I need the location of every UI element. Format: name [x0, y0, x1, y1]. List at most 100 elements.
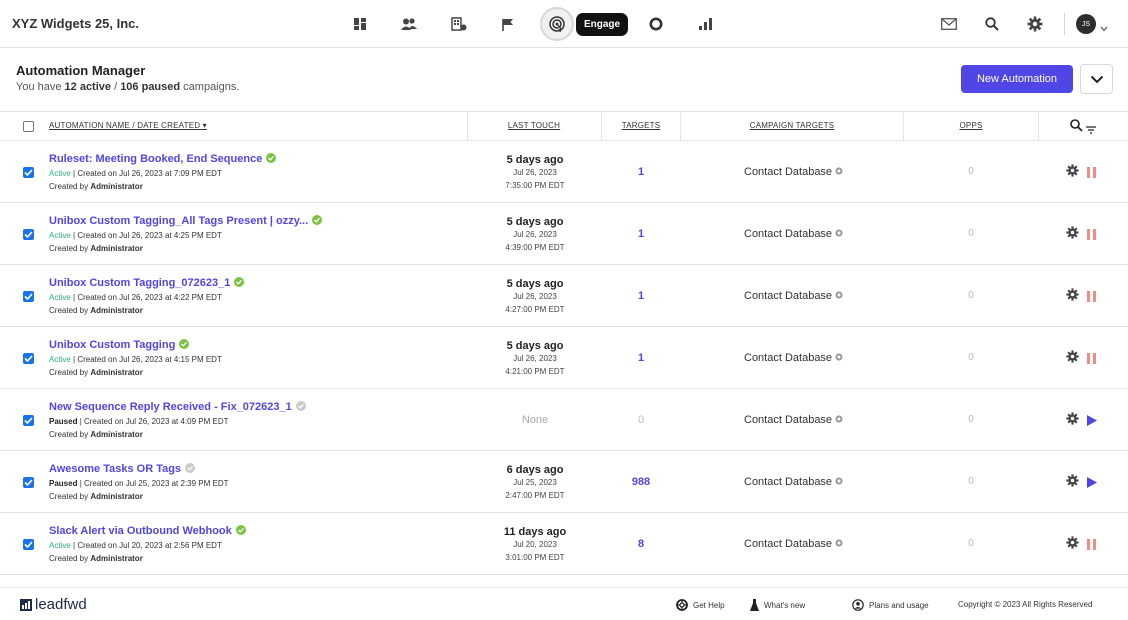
checkmark-icon — [24, 417, 33, 424]
leadfwd-logo[interactable]: leadfwd — [20, 596, 87, 613]
column-header-name[interactable]: AUTOMATION NAME / DATE CREATED ▾ — [49, 121, 207, 130]
user-avatar[interactable]: JS — [1076, 14, 1096, 34]
more-options-button[interactable] — [1080, 64, 1113, 94]
pause-icon[interactable] — [1087, 227, 1096, 245]
targets-count: 0 — [637, 414, 645, 426]
table-row[interactable]: Awesome Tasks OR Tags Paused | Created o… — [0, 451, 1128, 513]
automation-name-link[interactable]: Slack Alert via Outbound Webhook — [49, 525, 246, 537]
flag-icon[interactable] — [498, 14, 518, 34]
database-icon — [835, 353, 843, 361]
automation-meta: Active | Created on Jul 26, 2023 at 4:15… — [49, 355, 222, 364]
targets-count[interactable]: 8 — [638, 538, 644, 550]
last-touch-ago: 5 days ago — [506, 340, 564, 352]
plans-usage-link[interactable]: Plans and usage — [852, 599, 929, 611]
row-settings-gear-icon[interactable] — [1066, 536, 1079, 554]
table-row[interactable]: New Sequence Reply Received - Fix_072623… — [0, 389, 1128, 451]
row-settings-gear-icon[interactable] — [1066, 350, 1079, 368]
row-checkbox[interactable] — [23, 353, 34, 364]
table-row[interactable]: Unibox Custom Tagging_All Tags Present |… — [0, 203, 1128, 265]
opps-count: 0 — [968, 228, 974, 239]
pause-icon[interactable] — [1087, 351, 1096, 369]
table-row[interactable]: Unibox Custom Tagging Active | Created o… — [0, 327, 1128, 389]
database-icon — [835, 229, 843, 237]
engage-hub-button[interactable] — [540, 7, 574, 41]
nav-divider — [1064, 13, 1065, 35]
row-settings-gear-icon[interactable] — [1066, 412, 1079, 430]
target-icon — [549, 16, 565, 33]
mail-icon[interactable] — [939, 14, 959, 34]
play-icon[interactable] — [1087, 413, 1097, 431]
ring-icon[interactable] — [646, 14, 666, 34]
pause-icon[interactable] — [1087, 289, 1096, 307]
campaign-target: Contact Database — [744, 228, 843, 240]
database-icon — [835, 539, 843, 547]
last-touch-date: Jul 26, 2023 — [513, 292, 557, 301]
targets-count[interactable]: 1 — [638, 290, 644, 302]
last-touch-date: Jul 26, 2023 — [513, 230, 557, 239]
play-icon[interactable] — [1087, 475, 1097, 493]
select-all-checkbox[interactable] — [23, 121, 34, 132]
search-icon[interactable] — [982, 14, 1002, 34]
automation-name-link[interactable]: New Sequence Reply Received - Fix_072623… — [49, 401, 306, 413]
column-header-targets[interactable]: TARGETS — [622, 121, 661, 130]
table-search-icon[interactable] — [1070, 119, 1083, 137]
company-name[interactable]: XYZ Widgets 25, Inc. — [12, 16, 139, 31]
opps-count: 0 — [968, 352, 974, 363]
last-touch-time: 4:27:00 PM EDT — [505, 305, 565, 314]
created-by: Created by Administrator — [49, 554, 143, 563]
row-checkbox[interactable] — [23, 539, 34, 550]
column-header-last-touch[interactable]: LAST TOUCH — [508, 121, 560, 130]
campaign-target: Contact Database — [744, 538, 843, 550]
status-label: Active — [49, 169, 71, 178]
targets-count[interactable]: 1 — [638, 352, 644, 364]
database-icon — [835, 291, 843, 299]
row-settings-gear-icon[interactable] — [1066, 226, 1079, 244]
automation-name-link[interactable]: Unibox Custom Tagging_All Tags Present |… — [49, 215, 323, 227]
row-settings-gear-icon[interactable] — [1066, 288, 1079, 306]
opps-count: 0 — [968, 166, 974, 177]
active-check-icon — [312, 215, 323, 225]
targets-count[interactable]: 988 — [632, 476, 650, 488]
active-count: 12 active — [64, 81, 112, 93]
row-checkbox[interactable] — [23, 291, 34, 302]
dashboard-icon[interactable] — [350, 14, 370, 34]
settings-gear-icon[interactable] — [1025, 14, 1045, 34]
column-header-campaign-targets[interactable]: CAMPAIGN TARGETS — [750, 121, 835, 130]
status-label: Active — [49, 355, 71, 364]
whats-new-link[interactable]: What's new — [750, 599, 805, 611]
table-row[interactable]: Slack Alert via Outbound Webhook Active … — [0, 513, 1128, 575]
last-touch-time: 7:35:00 PM EDT — [505, 181, 565, 190]
last-touch-date: Jul 20, 2023 — [513, 540, 557, 549]
row-settings-gear-icon[interactable] — [1066, 474, 1079, 492]
row-checkbox[interactable] — [23, 167, 34, 178]
targets-count[interactable]: 1 — [638, 166, 644, 178]
row-settings-gear-icon[interactable] — [1066, 164, 1079, 182]
automation-name-link[interactable]: Awesome Tasks OR Tags — [49, 463, 196, 475]
campaign-summary: You have 12 active / 106 paused campaign… — [16, 81, 240, 93]
row-checkbox[interactable] — [23, 229, 34, 240]
row-checkbox[interactable] — [23, 477, 34, 488]
reports-icon[interactable] — [695, 14, 715, 34]
automation-name-link[interactable]: Unibox Custom Tagging_072623_1 — [49, 277, 245, 289]
table-row[interactable]: Unibox Custom Tagging_072623_1 Active | … — [0, 265, 1128, 327]
engage-tab[interactable]: Engage — [576, 13, 628, 36]
column-header-opps[interactable]: OPPS — [959, 121, 982, 130]
companies-icon[interactable] — [449, 14, 469, 34]
chevron-down-icon[interactable] — [1100, 19, 1108, 37]
pause-icon[interactable] — [1087, 537, 1096, 555]
last-touch-time: 4:21:00 PM EDT — [505, 367, 565, 376]
automation-meta: Paused | Created on Jul 25, 2023 at 2:39… — [49, 479, 229, 488]
pause-icon[interactable] — [1087, 165, 1096, 183]
new-automation-button[interactable]: New Automation — [961, 65, 1073, 93]
row-checkbox[interactable] — [23, 415, 34, 426]
automation-name-link[interactable]: Ruleset: Meeting Booked, End Sequence — [49, 153, 277, 165]
active-check-icon — [235, 525, 246, 535]
targets-count[interactable]: 1 — [638, 228, 644, 240]
contacts-icon[interactable] — [399, 14, 419, 34]
user-circle-icon — [852, 599, 864, 611]
filter-icon[interactable] — [1086, 121, 1096, 139]
footer: leadfwd Get Help What's new Plans and us… — [0, 587, 1128, 620]
get-help-link[interactable]: Get Help — [676, 599, 725, 611]
table-row[interactable]: Ruleset: Meeting Booked, End Sequence Ac… — [0, 141, 1128, 203]
automation-name-link[interactable]: Unibox Custom Tagging — [49, 339, 190, 351]
